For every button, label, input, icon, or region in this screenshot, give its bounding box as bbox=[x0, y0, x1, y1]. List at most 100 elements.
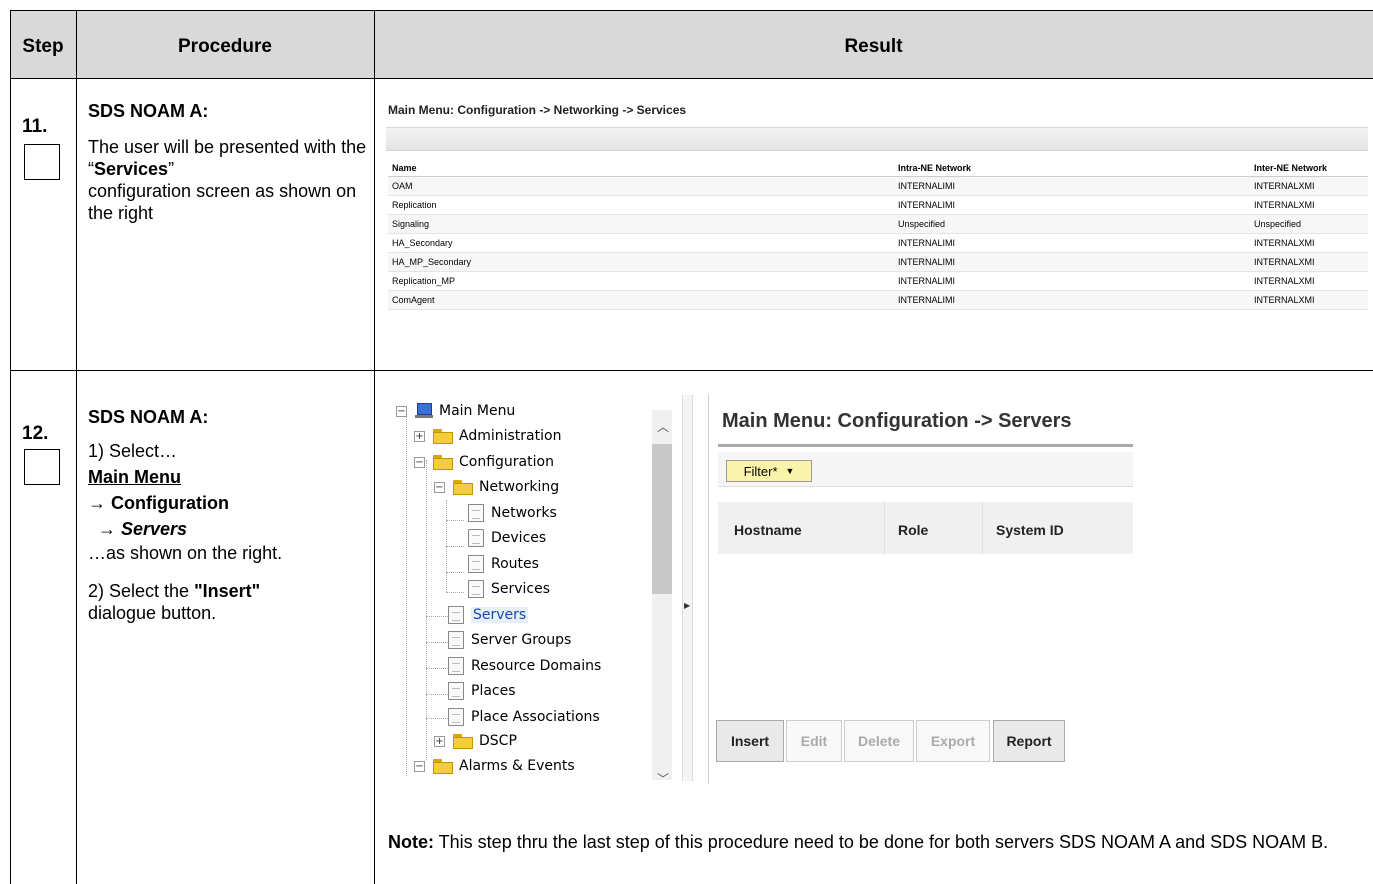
tree-label: Main Menu bbox=[439, 403, 516, 419]
filter-button[interactable]: Filter* ▼ bbox=[726, 460, 812, 482]
table-row[interactable]: HA_MP_Secondary INTERNALIMI INTERNALXMI bbox=[388, 252, 1368, 272]
table-row[interactable]: ComAgent INTERNALIMI INTERNALXMI bbox=[388, 290, 1368, 310]
instruction-text: dialogue button. bbox=[88, 603, 217, 623]
tree-item-main-menu[interactable]: − Main Menu bbox=[396, 400, 515, 422]
cell: INTERNALIMI bbox=[894, 290, 1250, 310]
quote-close: ” bbox=[168, 159, 175, 179]
insert-label: "Insert" bbox=[194, 581, 261, 601]
tree-item-administration[interactable]: + Administration bbox=[414, 425, 561, 447]
main-menu-label: Main Menu bbox=[88, 467, 181, 487]
folder-open-icon bbox=[433, 758, 453, 774]
column-header: Name bbox=[388, 160, 894, 177]
note-text: This step thru the last step of this pro… bbox=[434, 832, 1329, 852]
table-row[interactable]: Signaling Unspecified Unspecified bbox=[388, 214, 1368, 234]
tree-item-servers[interactable]: Servers bbox=[448, 604, 529, 626]
table-row[interactable]: Replication_MP INTERNALIMI INTERNALXMI bbox=[388, 271, 1368, 291]
cell: INTERNALIMI bbox=[894, 176, 1250, 196]
page-icon bbox=[448, 708, 464, 726]
table-divider bbox=[10, 78, 1373, 79]
tree-item-services[interactable]: Services bbox=[468, 578, 550, 600]
scrollbar-thumb[interactable] bbox=[652, 444, 672, 594]
procedure-text: The user will be presented with the bbox=[88, 137, 367, 157]
tree-label: Server Groups bbox=[471, 632, 572, 648]
folder-open-icon bbox=[433, 454, 453, 470]
report-button[interactable]: Report bbox=[993, 720, 1065, 762]
step-note: Note: This step thru the last step of th… bbox=[388, 831, 1348, 853]
edit-button[interactable]: Edit bbox=[786, 720, 842, 762]
collapse-icon[interactable]: − bbox=[414, 456, 425, 468]
tree-item-places[interactable]: Places bbox=[448, 680, 516, 702]
tree-item-resource-domains[interactable]: Resource Domains bbox=[448, 655, 601, 677]
step-checkbox[interactable] bbox=[24, 144, 60, 180]
services-page-title: Main Menu: Configuration -> Networking -… bbox=[388, 103, 687, 117]
collapse-icon[interactable]: − bbox=[396, 405, 407, 417]
cell: INTERNALXMI bbox=[1250, 252, 1368, 272]
select-text: 1) Select… bbox=[88, 441, 178, 461]
cell: Unspecified bbox=[894, 214, 1250, 234]
column-header-role[interactable]: Role bbox=[898, 522, 928, 538]
expand-icon[interactable]: + bbox=[434, 735, 445, 747]
tree-item-configuration[interactable]: − Configuration bbox=[414, 451, 554, 473]
tree-item-devices[interactable]: Devices bbox=[468, 527, 546, 549]
scroll-up-icon[interactable]: ︿ bbox=[657, 418, 669, 435]
expand-icon[interactable]: + bbox=[414, 430, 425, 442]
step-procedure: SDS NOAM A: 1) Select… Main Menu → Confi… bbox=[88, 406, 368, 624]
services-table: Name Intra-NE Network Inter-NE Network O… bbox=[388, 160, 1368, 310]
insert-instruction: 2) Select the "Insert" dialogue button. bbox=[88, 580, 368, 624]
cell: OAM bbox=[388, 176, 894, 196]
table-divider bbox=[374, 10, 375, 884]
collapse-icon[interactable]: − bbox=[414, 760, 425, 772]
procedure-text: configuration screen as shown on the rig… bbox=[88, 181, 357, 223]
main-menu-tree: − Main Menu + Administration − Configuratio… bbox=[386, 394, 686, 784]
instruction-text: 2) Select the bbox=[88, 581, 195, 601]
page-icon bbox=[468, 555, 484, 573]
header-result: Result bbox=[844, 36, 903, 57]
step-number: 12. bbox=[22, 423, 49, 444]
column-divider bbox=[982, 502, 983, 554]
tree-label: Administration bbox=[459, 428, 562, 444]
tree-label: Places bbox=[471, 683, 516, 699]
tree-item-place-associations[interactable]: Place Associations bbox=[448, 706, 600, 728]
export-button[interactable]: Export bbox=[916, 720, 990, 762]
table-row[interactable]: HA_Secondary INTERNALIMI INTERNALXMI bbox=[388, 233, 1368, 253]
cell: Unspecified bbox=[1250, 214, 1368, 234]
table-row[interactable]: OAM INTERNALIMI INTERNALXMI bbox=[388, 176, 1368, 196]
column-header-hostname[interactable]: Hostname bbox=[734, 522, 802, 538]
services-toolbar bbox=[386, 127, 1368, 151]
cell: ComAgent bbox=[388, 290, 894, 310]
cell: Replication_MP bbox=[388, 271, 894, 291]
page-icon bbox=[468, 504, 484, 522]
insert-button[interactable]: Insert bbox=[716, 720, 784, 762]
table-row[interactable]: Replication INTERNALIMI INTERNALXMI bbox=[388, 195, 1368, 215]
tree-item-networking[interactable]: − Networking bbox=[434, 476, 559, 498]
cell: INTERNALIMI bbox=[894, 271, 1250, 291]
page-icon bbox=[448, 631, 464, 649]
folder-icon bbox=[453, 733, 473, 749]
services-label: Services bbox=[94, 159, 169, 179]
panel-splitter[interactable] bbox=[682, 395, 693, 781]
tree-item-networks[interactable]: Networks bbox=[468, 502, 557, 524]
cell: INTERNALXMI bbox=[1250, 176, 1368, 196]
configuration-label: → Configuration bbox=[88, 493, 229, 513]
step-title: SDS NOAM A: bbox=[88, 101, 209, 121]
tree-item-alarms-events[interactable]: − Alarms & Events bbox=[414, 755, 575, 777]
column-header-system-id[interactable]: System ID bbox=[996, 522, 1064, 538]
tree-label-selected: Servers bbox=[471, 607, 529, 623]
tree-label: Resource Domains bbox=[471, 658, 602, 674]
step-procedure: SDS NOAM A: The user will be presented w… bbox=[88, 100, 368, 224]
splitter-arrow-icon[interactable]: ▶ bbox=[684, 601, 690, 610]
tree-label: Services bbox=[491, 581, 551, 597]
tree-item-routes[interactable]: Routes bbox=[468, 553, 539, 575]
cell: INTERNALIMI bbox=[894, 252, 1250, 272]
scroll-down-icon[interactable]: ﹀ bbox=[657, 770, 669, 787]
servers-page-title: Main Menu: Configuration -> Servers bbox=[722, 410, 1072, 432]
collapse-icon[interactable]: − bbox=[434, 481, 445, 493]
cell: INTERNALXMI bbox=[1250, 290, 1368, 310]
cell: INTERNALXMI bbox=[1250, 271, 1368, 291]
step-checkbox[interactable] bbox=[24, 449, 60, 485]
table-header: Name Intra-NE Network Inter-NE Network bbox=[388, 160, 1368, 177]
tree-label: Routes bbox=[491, 556, 539, 572]
tree-item-dscp[interactable]: + DSCP bbox=[434, 730, 517, 752]
delete-button[interactable]: Delete bbox=[844, 720, 914, 762]
tree-item-server-groups[interactable]: Server Groups bbox=[448, 629, 571, 651]
